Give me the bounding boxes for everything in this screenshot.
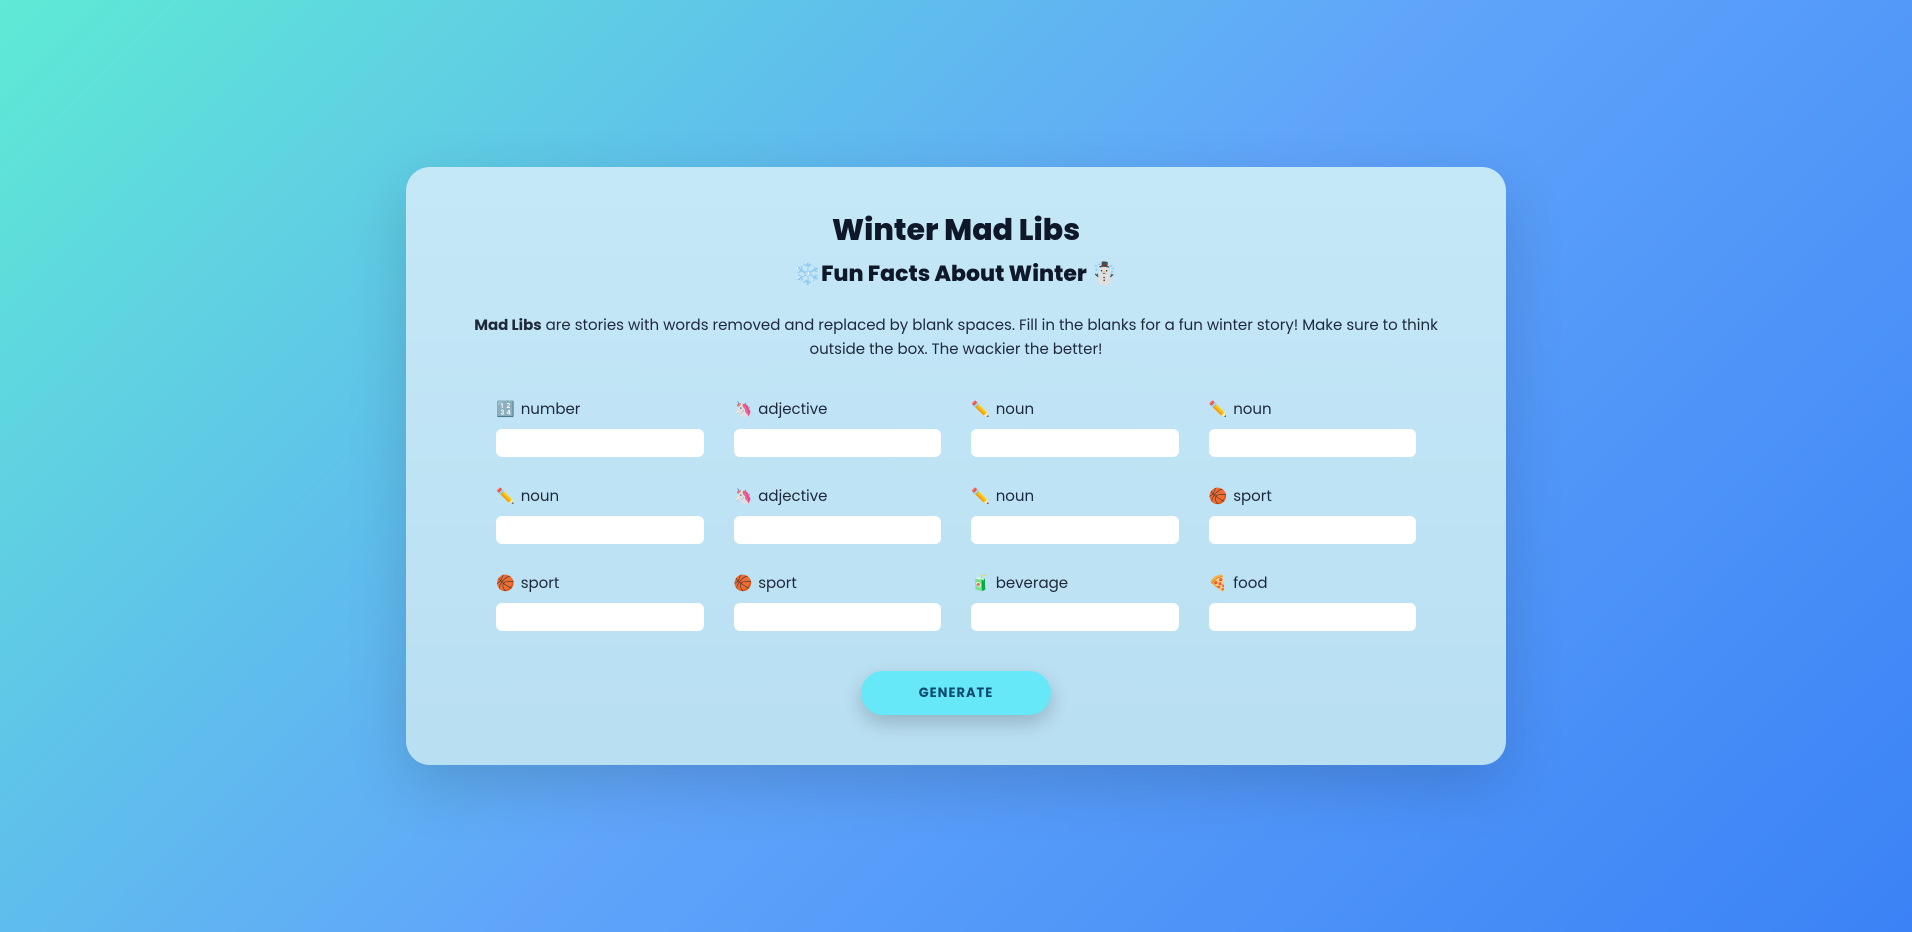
field-beverage: 🧃 beverage [971, 572, 1179, 631]
beverage-icon: 🧃 [971, 572, 990, 595]
field-label: 🏀 sport [1209, 485, 1417, 508]
field-sport: 🏀 sport [1209, 485, 1417, 544]
number-icon: 🔢 [496, 398, 515, 421]
field-number: 🔢 number [496, 398, 704, 457]
adjective-input[interactable] [734, 516, 942, 544]
field-label-text: beverage [996, 572, 1068, 595]
field-label-text: noun [1233, 398, 1271, 421]
page-subtitle: ❄️Fun Facts About Winter ☃️ [456, 257, 1456, 290]
field-food: 🍕 food [1209, 572, 1417, 631]
description: Mad Libs are stories with words removed … [456, 314, 1456, 362]
number-input[interactable] [496, 429, 704, 457]
form-grid: 🔢 number 🦄 adjective ✏️ noun ✏️ no [456, 398, 1456, 631]
description-text: are stories with words removed and repla… [542, 315, 1438, 360]
field-label: 🦄 adjective [734, 485, 942, 508]
sport-input[interactable] [734, 603, 942, 631]
field-label: ✏️ noun [971, 398, 1179, 421]
field-label: 🦄 adjective [734, 398, 942, 421]
field-label-text: sport [1233, 485, 1272, 508]
sport-input[interactable] [496, 603, 704, 631]
field-noun: ✏️ noun [496, 485, 704, 544]
field-label-text: adjective [758, 485, 827, 508]
pencil-icon: ✏️ [971, 398, 990, 421]
field-label: 🧃 beverage [971, 572, 1179, 595]
noun-input[interactable] [1209, 429, 1417, 457]
field-label: 🏀 sport [734, 572, 942, 595]
pencil-icon: ✏️ [496, 485, 515, 508]
field-noun: ✏️ noun [971, 485, 1179, 544]
field-label: ✏️ noun [496, 485, 704, 508]
generate-button[interactable]: GENERATE [861, 671, 1052, 715]
field-label-text: number [521, 398, 581, 421]
field-label: 🏀 sport [496, 572, 704, 595]
page-title: Winter Mad Libs [456, 207, 1456, 253]
field-label-text: noun [996, 485, 1034, 508]
field-label: 🍕 food [1209, 572, 1417, 595]
noun-input[interactable] [971, 516, 1179, 544]
adjective-input[interactable] [734, 429, 942, 457]
field-noun: ✏️ noun [971, 398, 1179, 457]
field-label-text: food [1233, 572, 1267, 595]
field-sport: 🏀 sport [734, 572, 942, 631]
field-label-text: noun [521, 485, 559, 508]
field-label: ✏️ noun [1209, 398, 1417, 421]
pencil-icon: ✏️ [1209, 398, 1228, 421]
field-label-text: noun [996, 398, 1034, 421]
pizza-icon: 🍕 [1209, 572, 1228, 595]
field-adjective: 🦄 adjective [734, 485, 942, 544]
field-label-text: sport [758, 572, 797, 595]
basketball-icon: 🏀 [1209, 485, 1228, 508]
sport-input[interactable] [1209, 516, 1417, 544]
field-label: 🔢 number [496, 398, 704, 421]
basketball-icon: 🏀 [496, 572, 515, 595]
basketball-icon: 🏀 [734, 572, 753, 595]
field-sport: 🏀 sport [496, 572, 704, 631]
pencil-icon: ✏️ [971, 485, 990, 508]
mad-libs-card: Winter Mad Libs ❄️Fun Facts About Winter… [406, 167, 1506, 765]
button-container: GENERATE [456, 671, 1456, 715]
noun-input[interactable] [496, 516, 704, 544]
field-label-text: adjective [758, 398, 827, 421]
beverage-input[interactable] [971, 603, 1179, 631]
field-noun: ✏️ noun [1209, 398, 1417, 457]
food-input[interactable] [1209, 603, 1417, 631]
noun-input[interactable] [971, 429, 1179, 457]
unicorn-icon: 🦄 [734, 398, 753, 421]
field-label-text: sport [521, 572, 560, 595]
field-adjective: 🦄 adjective [734, 398, 942, 457]
field-label: ✏️ noun [971, 485, 1179, 508]
description-bold: Mad Libs [474, 315, 541, 336]
unicorn-icon: 🦄 [734, 485, 753, 508]
